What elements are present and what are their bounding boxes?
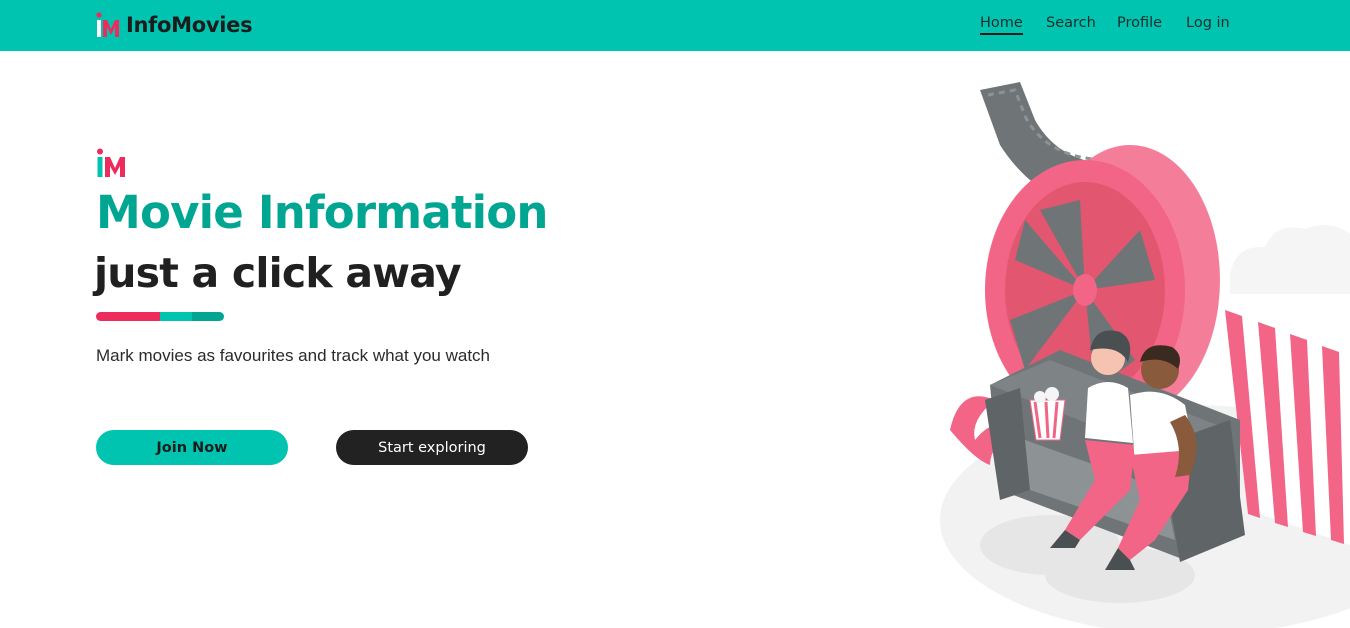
nav-search[interactable]: Search	[1046, 15, 1096, 31]
hero-subtitle: just a click away	[94, 249, 462, 297]
nav-profile[interactable]: Profile	[1117, 15, 1162, 31]
brand-name: InfoMovies	[126, 13, 253, 37]
brand[interactable]: InfoMovies	[96, 10, 253, 40]
hero-underline	[96, 312, 224, 321]
nav-home[interactable]: Home	[980, 15, 1023, 35]
hero-tagline: Mark movies as favourites and track what…	[96, 346, 490, 365]
couple-watching-movie-illustration	[940, 82, 1350, 628]
start-exploring-button[interactable]: Start exploring	[336, 430, 528, 465]
navbar: InfoMovies Home Search Profile Log in	[0, 0, 1350, 51]
im-logo-icon	[97, 148, 125, 177]
join-now-button[interactable]: Join Now	[96, 430, 288, 465]
im-logo-icon	[96, 12, 119, 37]
nav-login[interactable]: Log in	[1186, 15, 1230, 31]
hero-title: Movie Information	[96, 186, 548, 239]
